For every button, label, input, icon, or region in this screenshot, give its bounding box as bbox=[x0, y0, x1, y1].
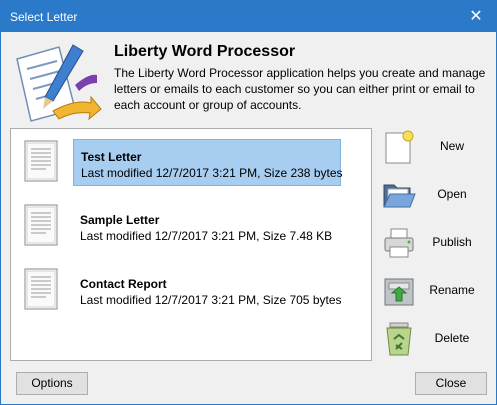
options-button[interactable]: Options bbox=[16, 372, 88, 395]
document-icon bbox=[24, 268, 58, 310]
rename-button[interactable]: Rename bbox=[380, 269, 490, 313]
letter-name: Test Letter bbox=[81, 150, 142, 164]
recycle-bin-icon bbox=[386, 322, 412, 356]
new-button[interactable]: New bbox=[380, 125, 490, 169]
letter-list[interactable]: Test Letter Last modified 12/7/2017 3:21… bbox=[10, 128, 372, 361]
publish-button[interactable]: Publish bbox=[380, 221, 490, 265]
rename-label: Rename bbox=[429, 283, 475, 297]
letter-meta: Last modified 12/7/2017 3:21 PM, Size 7.… bbox=[80, 229, 333, 243]
rename-icon bbox=[384, 278, 414, 306]
printer-icon bbox=[384, 228, 414, 258]
document-icon bbox=[24, 204, 58, 246]
folder-open-icon bbox=[383, 184, 416, 208]
app-name: Liberty Word Processor bbox=[114, 43, 296, 60]
letter-item[interactable]: Sample Letter Last modified 12/7/2017 3:… bbox=[73, 203, 341, 250]
new-document-icon bbox=[385, 130, 414, 164]
app-description: The Liberty Word Processor application h… bbox=[114, 66, 486, 112]
select-letter-dialog: Select Letter ✕ Liberty Word Processor T… bbox=[0, 0, 497, 405]
new-label: New bbox=[439, 139, 464, 153]
delete-label: Delete bbox=[434, 331, 470, 345]
close-window-button[interactable]: ✕ bbox=[456, 1, 496, 32]
letter-name: Sample Letter bbox=[80, 213, 160, 227]
delete-button[interactable]: Delete bbox=[380, 317, 490, 361]
window-title: Select Letter bbox=[10, 10, 78, 24]
close-button[interactable]: Close bbox=[415, 372, 487, 395]
open-label: Open bbox=[437, 187, 467, 201]
pen-and-paper-icon bbox=[16, 44, 102, 122]
title-bar: Select Letter ✕ bbox=[1, 1, 496, 32]
letter-item[interactable]: Test Letter Last modified 12/7/2017 3:21… bbox=[73, 139, 343, 186]
document-icon bbox=[24, 140, 58, 182]
letter-meta: Last modified 12/7/2017 3:21 PM, Size 70… bbox=[80, 293, 342, 307]
publish-label: Publish bbox=[432, 235, 472, 249]
open-button[interactable]: Open bbox=[380, 173, 490, 217]
letter-name: Contact Report bbox=[80, 277, 167, 291]
letter-item[interactable]: Contact Report Last modified 12/7/2017 3… bbox=[73, 267, 342, 314]
letter-meta: Last modified 12/7/2017 3:21 PM, Size 23… bbox=[81, 166, 343, 180]
